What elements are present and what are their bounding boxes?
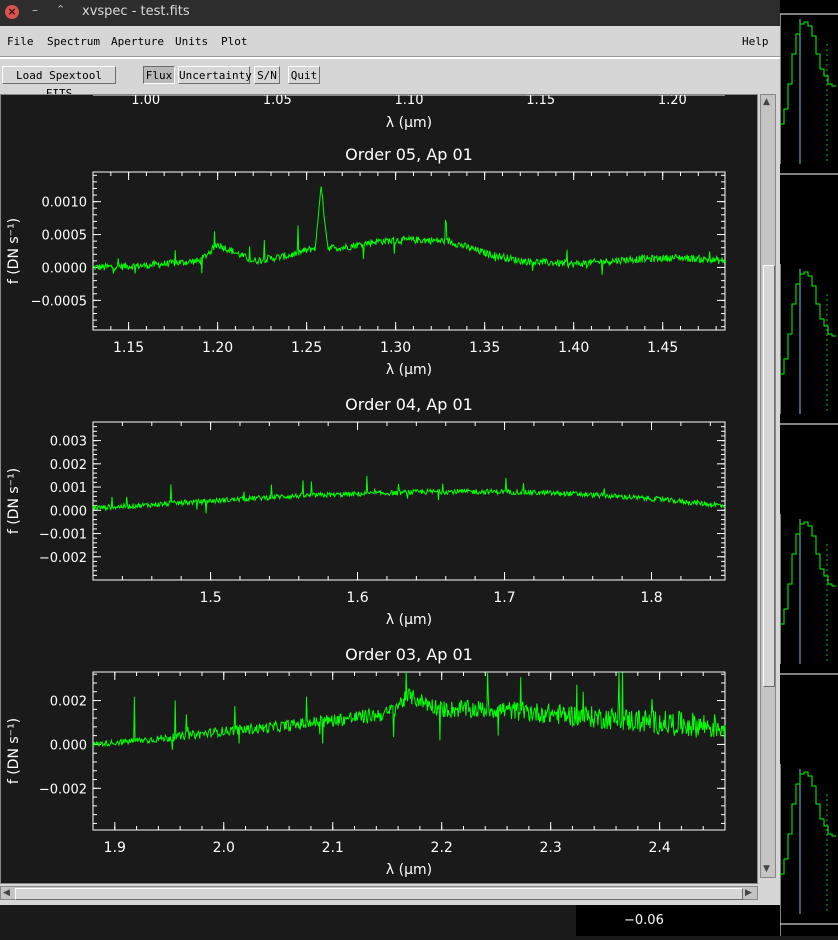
y-tick-label: −0.001 — [39, 528, 87, 543]
uncertainty-button[interactable]: Uncertainty — [178, 66, 252, 84]
window-title: xvspec - test.fits — [82, 4, 190, 19]
scroll-down-icon[interactable]: ▼ — [763, 863, 770, 875]
profile-line — [780, 271, 836, 375]
flux-button[interactable]: Flux — [143, 66, 175, 84]
y-tick-label: −0.002 — [39, 782, 87, 797]
x-tick-label: 1.00 — [131, 95, 160, 108]
chart-panel-0: 1.00 1.05 1.10 1.15 1.20 λ (μm) — [93, 93, 725, 131]
background-window-strip: −0.06 — [576, 905, 780, 936]
x-tick-label: 2.3 — [540, 840, 562, 856]
quit-button[interactable]: Quit — [288, 66, 320, 84]
x-tick-label: 1.20 — [658, 95, 687, 108]
plot-frame — [92, 171, 726, 331]
menu-units[interactable]: Units — [175, 35, 208, 48]
y-tick-label: −0.002 — [39, 551, 87, 566]
scroll-left-icon[interactable]: ◀ — [3, 887, 10, 899]
plot-frame — [92, 421, 726, 581]
x-tick-label: 1.9 — [104, 840, 126, 856]
vertical-scroll-thumb[interactable] — [763, 265, 775, 687]
toolbar: Load Spextool FITS Flux Uncertainty S/N … — [0, 60, 780, 100]
chart-panel-2: Order 04, Ap 01 1.5 1.6 1.7 1.8 −0.002 −0.001 0… — [6, 395, 726, 628]
x-tick-label: 1.25 — [291, 340, 322, 356]
x-tick-label: 1.05 — [263, 95, 292, 108]
x-tick-label: 1.35 — [469, 340, 500, 356]
y-tick-label: 0.002 — [50, 695, 87, 710]
x-axis-label: λ (μm) — [386, 115, 432, 131]
y-axis-label: f (DN s⁻¹) — [6, 468, 22, 534]
profile-line — [780, 521, 836, 625]
x-tick-label: 1.8 — [640, 590, 662, 606]
chart-panel-3: Order 03, Ap 01 1.9 2.0 2.1 2.2 2.3 2.4 −0.002 0… — [6, 645, 726, 878]
menu-aperture[interactable]: Aperture — [111, 35, 164, 48]
menu-spectrum[interactable]: Spectrum — [47, 35, 100, 48]
x-tick-label: 2.4 — [648, 840, 670, 856]
y-tick-label: 0.001 — [50, 481, 87, 496]
sn-button[interactable]: S/N — [254, 66, 280, 84]
chart-title: Order 05, Ap 01 — [345, 145, 473, 164]
background-axis-label: −0.06 — [624, 913, 664, 928]
spectra-plots: 1.00 1.05 1.10 1.15 1.20λ (μm)Order 05, Ap 0… — [6, 93, 726, 878]
xvspec-window: × – ⌃ xvspec - test.fits File Spectrum A… — [0, 0, 780, 905]
plot-frame — [92, 671, 726, 831]
chart-title: Order 03, Ap 01 — [345, 645, 473, 664]
y-tick-label: 0.0005 — [42, 229, 88, 244]
horizontal-scroll-thumb[interactable] — [15, 888, 743, 900]
x-tick-label: 1.7 — [493, 590, 515, 606]
minimize-icon[interactable]: – — [32, 3, 38, 17]
y-tick-label: 0.000 — [50, 738, 87, 753]
horizontal-scrollbar[interactable]: ◀ ▶ — [0, 886, 758, 900]
y-axis-label: f (DN s⁻¹) — [6, 218, 22, 284]
menu-plot[interactable]: Plot — [221, 35, 248, 48]
y-tick-label: 0.0000 — [42, 261, 88, 276]
chart-panel-1: Order 05, Ap 01 1.15 1.20 1.25 1.30 1.35 1.40 1… — [6, 145, 726, 378]
scroll-up-icon[interactable]: ▲ — [763, 96, 770, 108]
close-icon[interactable]: × — [5, 5, 19, 19]
y-tick-label: 0.0010 — [42, 196, 88, 211]
x-tick-label: 2.2 — [431, 840, 453, 856]
x-tick-label: 1.6 — [346, 590, 368, 606]
x-tick-label: 1.30 — [380, 340, 411, 356]
y-tick-label: 0.002 — [50, 458, 87, 473]
profile-line — [780, 21, 836, 125]
spectrum-line — [92, 671, 726, 750]
x-tick-label: 2.1 — [322, 840, 344, 856]
scroll-right-icon[interactable]: ▶ — [745, 887, 752, 899]
title-bar: × – ⌃ xvspec - test.fits — [0, 0, 780, 26]
load-spextool-fits-button[interactable]: Load Spextool FITS — [2, 66, 116, 100]
y-tick-label: 0.000 — [50, 504, 87, 519]
spectrum-line — [92, 186, 726, 275]
menu-file[interactable]: File — [7, 35, 34, 48]
background-profile-plots — [779, 13, 838, 936]
y-axis-label: f (DN s⁻¹) — [6, 718, 22, 784]
x-axis-label: λ (μm) — [386, 612, 432, 628]
y-tick-label: −0.0005 — [31, 294, 87, 309]
x-tick-label: 1.5 — [199, 590, 221, 606]
spectrum-line — [92, 475, 726, 514]
menu-bar: File Spectrum Aperture Units Plot Help — [0, 28, 780, 54]
chart-title: Order 04, Ap 01 — [345, 395, 473, 414]
menu-separator — [0, 56, 780, 59]
plot-area[interactable]: 1.00 1.05 1.10 1.15 1.20 λ (μm) Order 05, Ap 0… — [0, 93, 758, 884]
x-tick-label: 1.15 — [113, 340, 144, 356]
x-tick-label: 2.0 — [213, 840, 235, 856]
x-tick-label: 1.10 — [395, 95, 424, 108]
x-tick-label: 1.45 — [647, 340, 678, 356]
y-tick-label: 0.003 — [50, 435, 87, 450]
profile-line — [780, 771, 836, 875]
x-tick-label: 1.20 — [202, 340, 233, 356]
maximize-icon[interactable]: ⌃ — [56, 3, 65, 16]
vertical-scrollbar[interactable]: ▲ ▼ — [760, 94, 776, 878]
x-tick-label: 1.40 — [558, 340, 589, 356]
x-axis-label: λ (μm) — [386, 862, 432, 878]
background-window-plots — [779, 0, 838, 936]
x-axis-label: λ (μm) — [386, 362, 432, 378]
x-tick-label: 1.15 — [526, 95, 555, 108]
menu-help[interactable]: Help — [742, 35, 769, 48]
